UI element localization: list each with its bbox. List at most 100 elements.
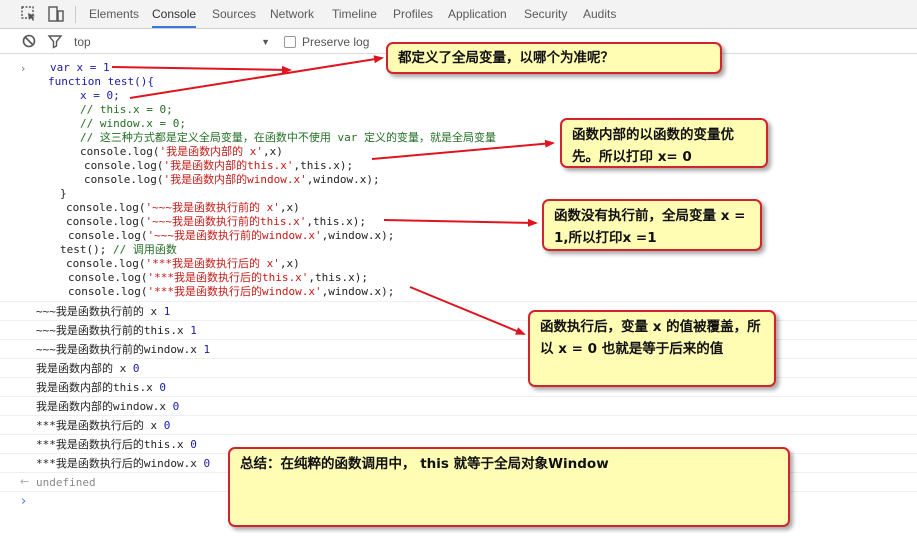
tab-console[interactable]: Console — [152, 0, 197, 28]
log-text: ~~~我是函数执行前的 x 1 — [36, 305, 170, 318]
tab-elements[interactable]: Elements — [89, 0, 139, 28]
code-comment: // 调用函数 — [112, 243, 177, 256]
code-line-8: console.log('我是函数内部的this.x',this.x); — [84, 159, 353, 173]
log-text: 我是函数内部的window.x 0 — [36, 400, 179, 413]
device-toggle-icon[interactable] — [47, 5, 65, 23]
code-comment: // window.x = 0; — [80, 117, 186, 130]
code-text: ,this.x); — [308, 271, 368, 284]
log-value: 0 — [132, 362, 140, 375]
annotation-note: 函数内部的以函数的变量优先。所以打印 x= 0 — [560, 118, 768, 168]
result-value: undefined — [36, 476, 96, 489]
code-line-14: test(); // 调用函数 — [60, 243, 177, 257]
log-text: 我是函数内部的this.x 0 — [36, 381, 166, 394]
log-value: 0 — [190, 438, 197, 451]
chevron-down-icon: ▼ — [261, 37, 270, 47]
code-text: console.log( — [68, 229, 148, 242]
code-line-7: console.log('我是函数内部的 x',x) — [80, 145, 283, 159]
log-message: ***我是函数执行后的window.x — [36, 457, 197, 470]
code-line-12: console.log('~~~我是函数执行前的this.x',this.x); — [66, 215, 366, 229]
log-text: ~~~我是函数执行前的this.x 1 — [36, 324, 197, 337]
code-text: } — [60, 187, 67, 200]
note-text: 总结：在纯粹的函数调用中， this 就等于全局对象Window — [240, 456, 609, 472]
log-row[interactable]: 我是函数内部的window.x 0 — [0, 397, 917, 416]
code-string: '~~~我是函数执行前的window.x' — [147, 229, 322, 242]
code-line-11: console.log('~~~我是函数执行前的 x',x) — [66, 201, 300, 215]
log-text: ***我是函数执行后的window.x 0 — [36, 457, 210, 470]
code-text: console.log( — [66, 257, 146, 270]
code-line-5: // window.x = 0; — [80, 117, 186, 131]
code-string: '***我是函数执行后的window.x' — [147, 285, 322, 298]
note-text: 函数内部的以函数的变量优先。所以打印 x= 0 — [572, 127, 734, 165]
filter-icon[interactable] — [46, 32, 64, 50]
log-value: 0 — [203, 457, 211, 470]
code-line-4: // this.x = 0; — [80, 103, 173, 117]
code-line-17: console.log('***我是函数执行后的window.x',window… — [68, 285, 394, 299]
note-text: 函数执行后，变量 x 的值被覆盖，所以 x = 0 也就是等于后来的值 — [540, 319, 761, 357]
log-text: ***我是函数执行后的this.x 0 — [36, 438, 197, 451]
code-text: console.log( — [84, 173, 164, 186]
log-row[interactable]: 我是函数内部的this.x 0 — [0, 378, 917, 397]
preserve-log-label: Preserve log — [302, 35, 370, 49]
checkbox-box[interactable] — [284, 36, 296, 48]
code-text: var x = 1 — [50, 61, 110, 74]
log-message: ***我是函数执行后的 x — [36, 419, 158, 432]
code-string: '~~~我是函数执行前的 x' — [145, 201, 280, 214]
code-text: ,x) — [262, 145, 283, 158]
log-text: 我是函数内部的 x 0 — [36, 362, 140, 375]
code-line-2: function test(){ — [48, 75, 154, 89]
code-string: '我是函数内部的 x' — [159, 145, 263, 158]
note-text: 函数没有执行前，全局变量 x = 1,所以打印x =1 — [554, 208, 746, 246]
result-chevron-icon: ← — [20, 475, 30, 488]
log-row[interactable]: ***我是函数执行后的 x 0 — [0, 416, 917, 435]
code-line-3: x = 0; — [80, 89, 120, 103]
log-message: ~~~我是函数执行前的this.x — [36, 324, 184, 337]
tab-application[interactable]: Application — [448, 0, 507, 28]
context-select[interactable]: top ▼ — [66, 33, 276, 51]
code-text: console.log( — [68, 285, 148, 298]
code-line-1: var x = 1 — [50, 61, 110, 75]
inspect-icon[interactable] — [20, 5, 38, 23]
log-message: ~~~我是函数执行前的 x — [36, 305, 158, 318]
code-text: ,this.x); — [306, 215, 366, 228]
tab-timeline[interactable]: Timeline — [332, 0, 377, 28]
context-value: top — [74, 35, 91, 49]
annotation-note: 函数没有执行前，全局变量 x = 1,所以打印x =1 — [542, 199, 762, 251]
log-row[interactable]: 我是函数内部的 x 0 — [0, 359, 917, 378]
tab-security[interactable]: Security — [524, 0, 567, 28]
tab-sources[interactable]: Sources — [212, 0, 256, 28]
annotation-note: 总结：在纯粹的函数调用中， this 就等于全局对象Window — [228, 447, 790, 527]
annotation-note: 函数执行后，变量 x 的值被覆盖，所以 x = 0 也就是等于后来的值 — [528, 310, 776, 387]
code-line-15: console.log('***我是函数执行后的 x',x) — [66, 257, 300, 271]
annotation-note: 都定义了全局变量，以哪个为准呢？ — [386, 42, 722, 74]
log-value: 0 — [159, 381, 166, 394]
devtools-tabbar: Elements Console Sources Network Timelin… — [0, 0, 917, 29]
code-line-10: } — [60, 187, 67, 201]
code-text: ,window.x); — [306, 173, 380, 186]
log-row[interactable]: ~~~我是函数执行前的this.x 1 — [0, 321, 917, 340]
code-line-6: // 这三种方式都是定义全局变量，在函数中不使用 var 定义的变量，就是全局变… — [80, 131, 496, 145]
log-value: 1 — [163, 305, 171, 318]
code-text: ,window.x); — [321, 285, 395, 298]
log-row[interactable]: ~~~我是函数执行前的window.x 1 — [0, 340, 917, 359]
log-message: 我是函数内部的window.x — [36, 400, 166, 413]
log-message: ***我是函数执行后的this.x — [36, 438, 184, 451]
code-text: console.log( — [84, 159, 164, 172]
log-text: ~~~我是函数执行前的window.x 1 — [36, 343, 210, 356]
tab-profiles[interactable]: Profiles — [393, 0, 433, 28]
log-value: 1 — [203, 343, 211, 356]
tab-audits[interactable]: Audits — [583, 0, 616, 28]
code-text: ,x) — [279, 201, 300, 214]
log-message: ~~~我是函数执行前的window.x — [36, 343, 197, 356]
code-string: '***我是函数执行后的 x' — [145, 257, 280, 270]
tab-network[interactable]: Network — [270, 0, 314, 28]
input-code-block: var x = 1 function test(){ x = 0; // thi… — [0, 54, 917, 301]
code-text: ,x) — [279, 257, 300, 270]
code-string: '我是函数内部的window.x' — [163, 173, 307, 186]
code-text: console.log( — [66, 215, 146, 228]
code-text: ,window.x); — [321, 229, 395, 242]
code-text: x = 0; — [80, 89, 120, 102]
log-row[interactable]: ~~~我是函数执行前的 x 1 — [0, 302, 917, 321]
clear-console-icon[interactable] — [20, 32, 38, 50]
code-text: test(); — [60, 243, 107, 256]
log-value: 1 — [190, 324, 197, 337]
